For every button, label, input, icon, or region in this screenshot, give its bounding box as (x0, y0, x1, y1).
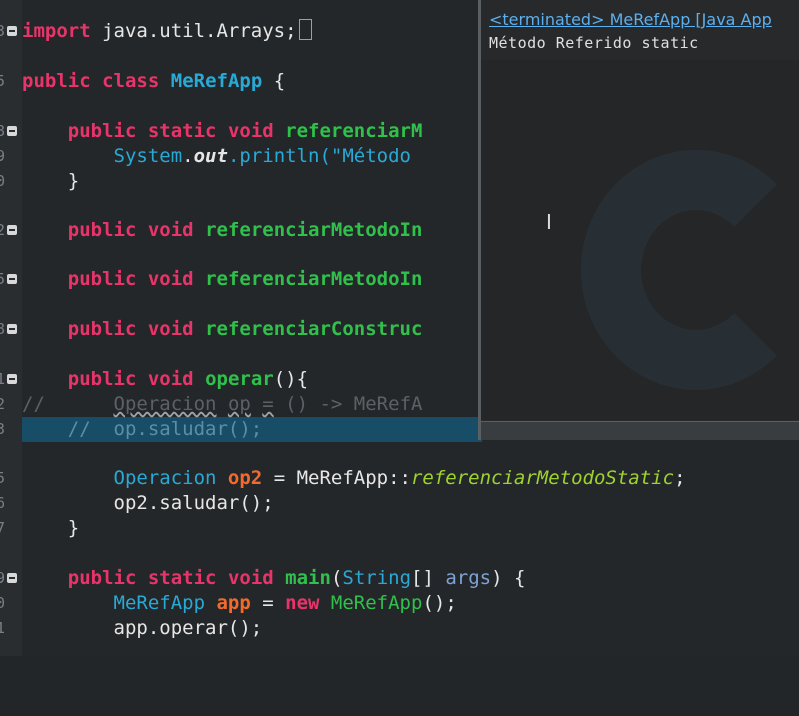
line-number: 0 (0, 594, 6, 612)
class-ref: System (113, 145, 183, 167)
line-number: 5 (0, 469, 6, 487)
fold-toggle-icon[interactable] (7, 26, 17, 36)
parens: (); (422, 592, 457, 614)
fold-toggle-icon[interactable] (7, 573, 17, 583)
dot: . (182, 145, 194, 167)
code-line[interactable]: 7 } (0, 516, 799, 541)
keyword: void (147, 368, 194, 390)
method-name: referenciarM (285, 120, 423, 142)
fold-toggle-icon[interactable] (7, 324, 17, 334)
constructor-call: MeRefApp (330, 592, 423, 614)
keyword: new (285, 592, 320, 614)
import-path: java.util.Arrays; (90, 20, 297, 42)
line-number: 8 (0, 122, 6, 140)
line-number: 5 (0, 270, 6, 288)
console-output-text[interactable]: Método Referido static (489, 34, 699, 52)
static-field: out (193, 145, 228, 167)
keyword: public (67, 368, 137, 390)
keyword: public (67, 268, 137, 290)
comment-text: // op.saludar(); (67, 418, 263, 440)
code-line[interactable]: 1 app.operar(); (0, 616, 799, 641)
keyword: void (147, 318, 194, 340)
line-number: 3 (0, 420, 6, 438)
line-number: 5 (0, 72, 6, 90)
comment-text (216, 393, 227, 415)
comment-text: Operacion (113, 393, 217, 415)
code-line[interactable]: 0 MeRefApp app = new MeRefApp(); (0, 591, 799, 616)
logo-watermark (581, 150, 799, 390)
comment-text: () -> MeRefA (273, 393, 423, 415)
keyword: public (67, 120, 137, 142)
type-name: MeRefApp (113, 592, 206, 614)
keyword: public (67, 567, 137, 589)
keyword: void (227, 120, 274, 142)
brace: { (262, 70, 286, 92)
paren: ) { (491, 567, 526, 589)
parens: (){ (273, 368, 309, 390)
text-cursor-box (298, 19, 312, 40)
keyword: static (147, 120, 217, 142)
keyword: static (147, 567, 217, 589)
code-line[interactable]: 6 op2.saludar(); (0, 491, 799, 516)
text-cursor-icon: I (546, 210, 552, 234)
variable: app (216, 592, 251, 614)
console-view[interactable]: <terminated> MeRefApp [Java App Método R… (478, 0, 799, 440)
fold-toggle-icon[interactable] (7, 274, 17, 284)
line-number: 8 (0, 320, 6, 338)
keyword: public (67, 318, 137, 340)
class-name: MeRefApp (170, 70, 263, 92)
keyword: void (147, 268, 194, 290)
line-number: 9 (0, 569, 6, 587)
brace: } (67, 517, 80, 539)
method-call: .println("Método (227, 145, 423, 167)
keyword: void (227, 567, 274, 589)
line-number: 7 (0, 519, 6, 537)
fold-toggle-icon[interactable] (7, 374, 17, 384)
brackets: [] (411, 567, 446, 589)
fold-toggle-icon[interactable] (7, 126, 17, 136)
paren: ( (330, 567, 343, 589)
comment-text: op (227, 393, 251, 415)
parameter: args (445, 567, 492, 589)
variable: op2 (227, 467, 263, 489)
keyword: public (67, 219, 137, 241)
line-number: 9 (0, 147, 6, 165)
assign: = (250, 592, 286, 614)
static-method-ref: referenciarMetodoStatic (410, 467, 675, 489)
method-name: main (285, 567, 331, 589)
type-name: Operacion (113, 467, 217, 489)
keyword: void (147, 219, 194, 241)
line-number: 1 (0, 619, 6, 637)
code-line[interactable]: 9 public static void main(String[] args)… (0, 566, 799, 591)
line-number: 2 (0, 221, 6, 239)
code-line[interactable]: 5 Operacion op2 = MeRefApp::referenciarM… (0, 466, 799, 491)
keyword: import (22, 20, 91, 42)
comment-text: = (262, 393, 274, 415)
statement: op2.saludar(); (113, 492, 274, 514)
method-name: operar (205, 368, 274, 390)
comment-marker: // (22, 393, 45, 415)
comment-indent (45, 393, 114, 415)
line-number: 1 (0, 370, 6, 388)
keyword: class (102, 70, 160, 92)
method-name: referenciarMetodoIn (205, 219, 423, 241)
console-process-title[interactable]: <terminated> MeRefApp [Java App (489, 10, 772, 29)
line-number: 3 (0, 22, 6, 40)
statement: app.operar(); (113, 617, 263, 639)
comment-text (251, 393, 262, 415)
brace: } (67, 170, 80, 192)
console-scrollbar[interactable] (481, 421, 799, 440)
line-number: 0 (0, 172, 6, 190)
keyword: public (22, 70, 91, 92)
type-name: String (342, 567, 412, 589)
fold-toggle-icon[interactable] (7, 225, 17, 235)
line-number: 2 (0, 395, 6, 413)
method-ref-prefix: = MeRefApp:: (262, 467, 411, 489)
semicolon: ; (674, 467, 686, 489)
line-number: 6 (0, 494, 6, 512)
method-name: referenciarMetodoIn (205, 268, 423, 290)
method-name: referenciarConstruc (205, 318, 423, 340)
